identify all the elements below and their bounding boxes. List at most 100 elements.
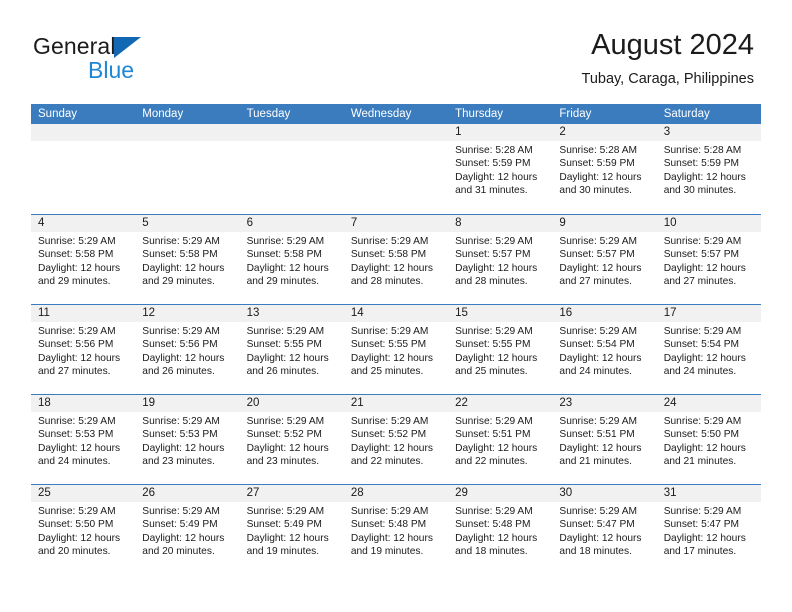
week-row: 4 Sunrise: 5:29 AM Sunset: 5:58 PM Dayli… <box>31 214 761 304</box>
day-cell[interactable]: 14 Sunrise: 5:29 AM Sunset: 5:55 PM Dayl… <box>343 305 449 394</box>
sunset-text: Sunset: 5:55 PM <box>246 339 322 351</box>
daylight-text-line1: Daylight: 12 hours <box>663 352 746 364</box>
day-number: 31 <box>656 485 761 502</box>
day-cell[interactable]: 8 Sunrise: 5:29 AM Sunset: 5:57 PM Dayli… <box>448 215 553 304</box>
day-cell[interactable]: 28 Sunrise: 5:29 AM Sunset: 5:48 PM Dayl… <box>343 485 449 574</box>
daylight-text-line1: Daylight: 12 hours <box>142 442 225 454</box>
day-cell[interactable] <box>135 124 240 214</box>
day-cell[interactable] <box>31 124 136 214</box>
day-cell[interactable]: 22 Sunrise: 5:29 AM Sunset: 5:51 PM Dayl… <box>448 395 553 484</box>
day-cell[interactable]: 27 Sunrise: 5:29 AM Sunset: 5:49 PM Dayl… <box>239 485 344 574</box>
day-cell[interactable]: 2 Sunrise: 5:28 AM Sunset: 5:59 PM Dayli… <box>552 124 657 214</box>
day-cell[interactable]: 1 Sunrise: 5:28 AM Sunset: 5:59 PM Dayli… <box>448 124 553 214</box>
daylight-text-line2: and 21 minutes. <box>663 456 737 468</box>
day-cell[interactable]: 4 Sunrise: 5:29 AM Sunset: 5:58 PM Dayli… <box>31 215 136 304</box>
sunrise-text: Sunrise: 5:29 AM <box>663 326 742 337</box>
day-cell[interactable]: 3 Sunrise: 5:28 AM Sunset: 5:59 PM Dayli… <box>656 124 761 214</box>
sunrise-text: Sunrise: 5:28 AM <box>455 145 533 156</box>
weekday-header-wednesday: Wednesday <box>350 108 412 120</box>
day-cell[interactable] <box>239 124 344 214</box>
day-cell[interactable]: 29 Sunrise: 5:29 AM Sunset: 5:48 PM Dayl… <box>448 485 553 574</box>
day-details: Sunrise: 5:29 AM Sunset: 5:55 PM Dayligh… <box>240 322 344 379</box>
day-number: 18 <box>31 395 136 412</box>
day-number: 12 <box>135 305 240 322</box>
sunrise-text: Sunrise: 5:29 AM <box>350 236 429 247</box>
daylight-text-line2: and 20 minutes. <box>38 546 111 558</box>
day-cell[interactable] <box>343 124 449 214</box>
daylight-text-line2: and 21 minutes. <box>559 456 632 468</box>
daylight-text-line1: Daylight: 12 hours <box>559 532 642 544</box>
day-details <box>240 141 344 144</box>
day-cell[interactable]: 31 Sunrise: 5:29 AM Sunset: 5:47 PM Dayl… <box>656 485 761 574</box>
day-cell[interactable]: 6 Sunrise: 5:29 AM Sunset: 5:58 PM Dayli… <box>239 215 344 304</box>
daylight-text-line2: and 19 minutes. <box>350 546 424 558</box>
day-cell[interactable]: 19 Sunrise: 5:29 AM Sunset: 5:53 PM Dayl… <box>135 395 240 484</box>
sunset-text: Sunset: 5:57 PM <box>559 249 635 261</box>
day-cell[interactable]: 18 Sunrise: 5:29 AM Sunset: 5:53 PM Dayl… <box>31 395 136 484</box>
sunset-text: Sunset: 5:47 PM <box>663 519 740 531</box>
day-number: 24 <box>656 395 761 412</box>
day-cell[interactable]: 26 Sunrise: 5:29 AM Sunset: 5:49 PM Dayl… <box>135 485 240 574</box>
sunrise-text: Sunrise: 5:29 AM <box>142 416 220 427</box>
day-cell[interactable]: 12 Sunrise: 5:29 AM Sunset: 5:56 PM Dayl… <box>135 305 240 394</box>
daylight-text-line1: Daylight: 12 hours <box>663 262 746 274</box>
logo-text-general: General <box>33 33 116 59</box>
week-row: 25 Sunrise: 5:29 AM Sunset: 5:50 PM Dayl… <box>31 484 761 574</box>
daylight-text-line1: Daylight: 12 hours <box>663 442 746 454</box>
sunset-text: Sunset: 5:50 PM <box>663 429 740 441</box>
daylight-text-line1: Daylight: 12 hours <box>455 262 538 274</box>
daylight-text-line1: Daylight: 12 hours <box>559 262 642 274</box>
daylight-text-line2: and 18 minutes. <box>559 546 632 558</box>
day-cell[interactable]: 10 Sunrise: 5:29 AM Sunset: 5:57 PM Dayl… <box>656 215 761 304</box>
daylight-text-line1: Daylight: 12 hours <box>663 532 746 544</box>
day-number: 5 <box>135 215 240 232</box>
daylight-text-line2: and 29 minutes. <box>142 276 215 288</box>
day-cell[interactable]: 16 Sunrise: 5:29 AM Sunset: 5:54 PM Dayl… <box>552 305 657 394</box>
daylight-text-line1: Daylight: 12 hours <box>350 262 433 274</box>
week-row: 1 Sunrise: 5:28 AM Sunset: 5:59 PM Dayli… <box>31 124 761 214</box>
day-cell[interactable]: 20 Sunrise: 5:29 AM Sunset: 5:52 PM Dayl… <box>239 395 344 484</box>
day-number <box>135 124 240 141</box>
sunrise-text: Sunrise: 5:29 AM <box>38 416 116 427</box>
day-cell[interactable]: 9 Sunrise: 5:29 AM Sunset: 5:57 PM Dayli… <box>552 215 657 304</box>
daylight-text-line2: and 18 minutes. <box>455 546 528 558</box>
calendar-page: General Blue August 2024 Tubay, Caraga, … <box>0 0 792 612</box>
sunrise-text: Sunrise: 5:29 AM <box>455 506 533 517</box>
day-details: Sunrise: 5:29 AM Sunset: 5:58 PM Dayligh… <box>240 232 344 289</box>
day-details: Sunrise: 5:29 AM Sunset: 5:56 PM Dayligh… <box>135 322 239 379</box>
sunrise-text: Sunrise: 5:29 AM <box>142 506 220 517</box>
sunset-text: Sunset: 5:57 PM <box>663 249 740 261</box>
day-cell[interactable]: 13 Sunrise: 5:29 AM Sunset: 5:55 PM Dayl… <box>239 305 344 394</box>
day-cell[interactable]: 17 Sunrise: 5:29 AM Sunset: 5:54 PM Dayl… <box>656 305 761 394</box>
daylight-text-line2: and 31 minutes. <box>455 185 528 197</box>
sunset-text: Sunset: 5:58 PM <box>38 249 114 261</box>
day-cell[interactable]: 24 Sunrise: 5:29 AM Sunset: 5:50 PM Dayl… <box>656 395 761 484</box>
sunrise-text: Sunrise: 5:29 AM <box>350 326 429 337</box>
day-details: Sunrise: 5:29 AM Sunset: 5:51 PM Dayligh… <box>448 412 552 469</box>
day-cell[interactable]: 25 Sunrise: 5:29 AM Sunset: 5:50 PM Dayl… <box>31 485 136 574</box>
day-details: Sunrise: 5:29 AM Sunset: 5:53 PM Dayligh… <box>31 412 135 469</box>
daylight-text-line2: and 25 minutes. <box>455 366 528 378</box>
day-details: Sunrise: 5:29 AM Sunset: 5:54 PM Dayligh… <box>552 322 656 379</box>
day-cell[interactable]: 21 Sunrise: 5:29 AM Sunset: 5:52 PM Dayl… <box>343 395 449 484</box>
sunrise-text: Sunrise: 5:29 AM <box>350 416 429 427</box>
day-number: 9 <box>552 215 657 232</box>
daylight-text-line1: Daylight: 12 hours <box>142 262 225 274</box>
sunset-text: Sunset: 5:58 PM <box>142 249 218 261</box>
day-cell[interactable]: 7 Sunrise: 5:29 AM Sunset: 5:58 PM Dayli… <box>343 215 449 304</box>
day-number: 6 <box>239 215 344 232</box>
day-cell[interactable]: 30 Sunrise: 5:29 AM Sunset: 5:47 PM Dayl… <box>552 485 657 574</box>
day-number: 15 <box>448 305 553 322</box>
sunrise-text: Sunrise: 5:29 AM <box>142 236 220 247</box>
daylight-text-line1: Daylight: 12 hours <box>246 262 329 274</box>
generalblue-logo[interactable]: General Blue <box>33 33 223 85</box>
day-cell[interactable]: 5 Sunrise: 5:29 AM Sunset: 5:58 PM Dayli… <box>135 215 240 304</box>
day-cell[interactable]: 15 Sunrise: 5:29 AM Sunset: 5:55 PM Dayl… <box>448 305 553 394</box>
day-cell[interactable]: 23 Sunrise: 5:29 AM Sunset: 5:51 PM Dayl… <box>552 395 657 484</box>
day-details: Sunrise: 5:29 AM Sunset: 5:54 PM Dayligh… <box>657 322 761 379</box>
day-cell[interactable]: 11 Sunrise: 5:29 AM Sunset: 5:56 PM Dayl… <box>31 305 136 394</box>
day-number: 7 <box>343 215 449 232</box>
daylight-text-line2: and 28 minutes. <box>455 276 528 288</box>
day-details: Sunrise: 5:29 AM Sunset: 5:58 PM Dayligh… <box>31 232 135 289</box>
sunrise-text: Sunrise: 5:29 AM <box>559 236 637 247</box>
